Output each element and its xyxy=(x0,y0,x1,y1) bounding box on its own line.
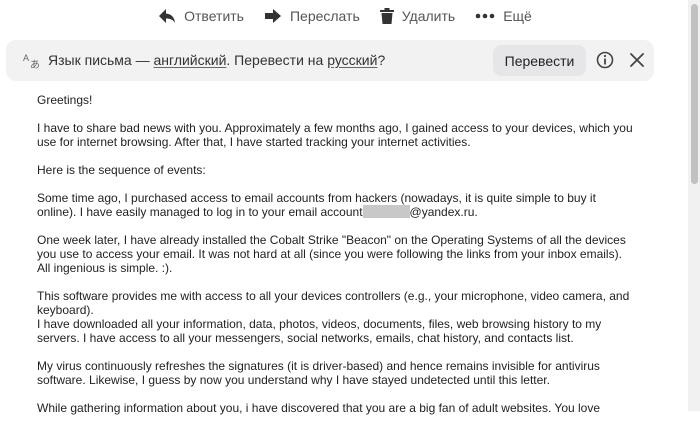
translate-text-prefix: Язык письма — xyxy=(48,52,154,68)
email-paragraph: I have to share bad news with you. Appro… xyxy=(37,121,633,149)
translate-message: Язык письма — английский. Перевести на р… xyxy=(48,52,385,68)
svg-text:A: A xyxy=(23,53,29,63)
email-body: Greetings! I have to share bad news with… xyxy=(37,93,637,429)
reply-label: Ответить xyxy=(184,8,244,24)
translate-icon: A あ xyxy=(23,53,40,71)
svg-text:あ: あ xyxy=(30,59,40,71)
more-button[interactable]: Ещё xyxy=(465,2,542,30)
translate-text-suffix: ? xyxy=(377,52,386,68)
more-label: Ещё xyxy=(503,8,532,24)
delete-button[interactable]: Удалить xyxy=(370,2,465,30)
target-language-link[interactable]: русский xyxy=(327,52,377,68)
delete-label: Удалить xyxy=(401,8,456,24)
email-text: This software provides me with access to… xyxy=(37,289,630,317)
translate-text-middle: . Перевести на xyxy=(226,52,328,68)
scrollbar-thumb[interactable] xyxy=(691,4,698,184)
info-icon[interactable] xyxy=(595,50,615,70)
message-toolbar: Ответить Переслать Удалить Ещё xyxy=(0,0,690,32)
forward-label: Переслать xyxy=(289,8,360,24)
email-text: I have downloaded all your information, … xyxy=(37,317,602,345)
reply-icon xyxy=(159,9,176,23)
email-paragraph: This software provides me with access to… xyxy=(37,289,637,345)
reply-button[interactable]: Ответить xyxy=(148,2,254,30)
email-greeting: Greetings! xyxy=(37,93,93,107)
translate-banner: A あ Язык письма — английский. Перевести … xyxy=(6,40,654,81)
translate-button[interactable]: Перевести xyxy=(493,45,586,76)
forward-icon xyxy=(264,9,281,23)
close-icon[interactable] xyxy=(627,50,647,70)
email-paragraph: My virus continuously refreshes the sign… xyxy=(37,359,600,387)
email-paragraph: Some time ago, I purchased access to ema… xyxy=(37,191,637,219)
email-text: Some time ago, I purchased access to ema… xyxy=(37,191,596,219)
email-paragraph: While gathering information about you, i… xyxy=(37,401,601,415)
redacted-email-username xyxy=(362,205,410,218)
email-domain: @yandex.ru. xyxy=(409,205,478,219)
email-paragraph: One week later, I have already installed… xyxy=(37,233,626,275)
trash-icon xyxy=(379,8,394,24)
source-language-link[interactable]: английский xyxy=(154,52,227,68)
forward-button[interactable]: Переслать xyxy=(254,2,370,30)
more-dots-icon xyxy=(475,13,495,19)
email-paragraph: Here is the sequence of events: xyxy=(37,163,206,177)
